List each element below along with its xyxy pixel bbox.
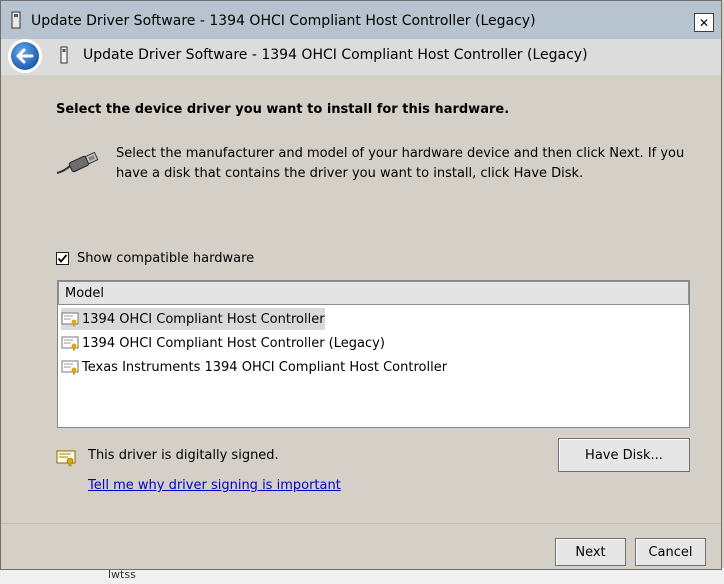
- show-compatible-checkbox[interactable]: Show compatible hardware: [56, 251, 254, 266]
- column-header-model[interactable]: Model: [58, 281, 689, 305]
- model-listbox[interactable]: Model 1394 OHCI Compliant Host Controlle…: [57, 280, 690, 428]
- signed-driver-icon: [56, 450, 76, 467]
- usb-cable-icon: [56, 151, 99, 174]
- list-item[interactable]: Texas Instruments 1394 OHCI Compliant Ho…: [61, 356, 447, 378]
- background-window: lwtss: [0, 568, 724, 584]
- device-icon: [11, 11, 21, 29]
- back-button[interactable]: [8, 39, 42, 73]
- next-button[interactable]: Next: [555, 538, 626, 566]
- update-driver-dialog: Update Driver Software - 1394 OHCI Compl…: [0, 0, 722, 570]
- checkbox-box[interactable]: [56, 252, 69, 265]
- signature-status-text: This driver is digitally signed.: [88, 448, 279, 463]
- list-item[interactable]: 1394 OHCI Compliant Host Controller: [61, 308, 325, 330]
- instruction-heading: Select the device driver you want to ins…: [56, 102, 510, 117]
- certificate-icon: [61, 360, 79, 375]
- footer-divider: [1, 523, 721, 524]
- header-title: Update Driver Software - 1394 OHCI Compl…: [83, 47, 588, 63]
- back-arrow-icon: [11, 42, 39, 70]
- list-item-label: 1394 OHCI Compliant Host Controller: [82, 311, 325, 327]
- list-item-label: 1394 OHCI Compliant Host Controller (Leg…: [82, 335, 385, 351]
- list-item-label: Texas Instruments 1394 OHCI Compliant Ho…: [82, 359, 448, 375]
- description-text: Select the manufacturer and model of you…: [116, 146, 685, 181]
- driver-signing-help-link[interactable]: Tell me why driver signing is important: [88, 478, 341, 493]
- list-item[interactable]: 1394 OHCI Compliant Host Controller (Leg…: [61, 332, 385, 354]
- checkmark-icon: [57, 254, 68, 263]
- certificate-icon: [61, 312, 79, 327]
- close-icon: ✕: [698, 15, 710, 30]
- device-icon: [60, 46, 68, 64]
- have-disk-button[interactable]: Have Disk...: [558, 438, 690, 472]
- checkbox-label: Show compatible hardware: [77, 251, 255, 266]
- certificate-icon: [61, 336, 79, 351]
- title-bar[interactable]: Update Driver Software - 1394 OHCI Compl…: [1, 1, 721, 41]
- column-header-label: Model: [65, 286, 105, 301]
- window-title: Update Driver Software - 1394 OHCI Compl…: [31, 13, 536, 29]
- cancel-button[interactable]: Cancel: [635, 538, 706, 566]
- close-button[interactable]: ✕: [694, 13, 714, 32]
